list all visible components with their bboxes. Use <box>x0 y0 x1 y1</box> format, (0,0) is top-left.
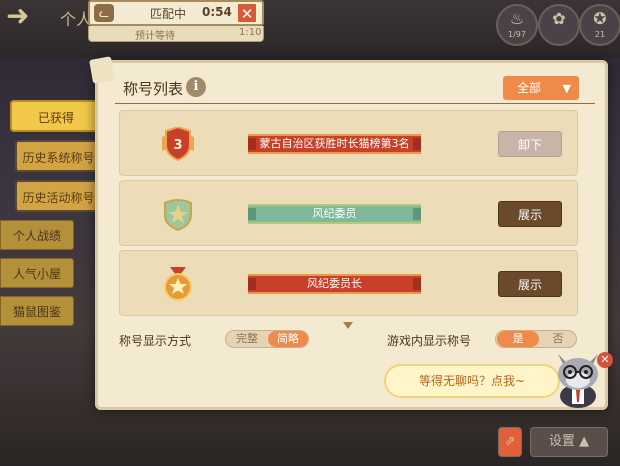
matching-timer: 0:54 <box>202 5 232 19</box>
panel-title: 称号列表 <box>123 80 184 98</box>
title-banner: 蒙古自治区获胜时长猫榜第3名 <box>248 134 421 154</box>
back-arrow-icon[interactable]: ➜ <box>6 2 46 30</box>
flame-icon: ♨ <box>509 9 525 28</box>
shield-number-badge-icon: 3 <box>162 127 194 161</box>
flame-stat[interactable]: ♨ 1/97 <box>496 4 538 46</box>
background-tab-record[interactable]: 个人战绩 <box>0 220 74 250</box>
medal-stat[interactable]: ✪ 21 <box>579 4 620 46</box>
settings-button[interactable]: 设置 ▲ <box>530 427 608 457</box>
cancel-match-button[interactable]: ✕ <box>236 2 258 24</box>
matching-label: 匹配中 <box>150 7 187 21</box>
title-row: 3 蒙古自治区获胜时长猫榜第3名 卸下 <box>119 110 578 176</box>
tab-obtained[interactable]: 已获得 <box>10 100 100 132</box>
filter-dropdown[interactable]: 全部 ▼ <box>503 76 579 100</box>
green-shield-star-icon <box>164 199 192 231</box>
display-mode-label: 称号显示方式 <box>119 334 192 348</box>
show-button[interactable]: 展示 <box>498 201 562 227</box>
medal-icon: ✪ <box>593 9 607 28</box>
share-icon[interactable]: ⇗ <box>498 427 522 457</box>
info-icon[interactable]: i <box>186 77 206 97</box>
tab-history-system-titles[interactable]: 历史系统称号 <box>15 140 100 172</box>
background-tab-house[interactable]: 人气小屋 <box>0 258 74 288</box>
title-row: 风纪委员 展示 <box>119 180 578 246</box>
chevron-down-icon: ▼ <box>562 82 571 95</box>
title-banner: 风纪委员 <box>248 204 421 224</box>
paw-icon: ✿ <box>552 9 566 28</box>
settings-label: 设置 <box>548 434 575 449</box>
display-mode-full[interactable]: 完整 <box>228 331 266 347</box>
unequip-button[interactable]: 卸下 <box>498 131 562 157</box>
scroll-down-icon[interactable] <box>343 322 353 329</box>
display-mode-toggle[interactable]: 完整 简略 <box>225 330 309 348</box>
display-mode-brief[interactable]: 简略 <box>268 331 308 347</box>
title-list-panel: 称号列表 i 全部 ▼ 3 蒙古自治区获胜时长猫榜第3名 卸下 风纪委员 展示 … <box>95 60 608 410</box>
show-button[interactable]: 展示 <box>498 271 562 297</box>
background-tab-codex[interactable]: 猫鼠图鉴 <box>0 296 74 326</box>
ingame-title-label: 游戏内显示称号 <box>387 334 472 348</box>
title-row: 风纪委员长 展示 <box>119 250 578 316</box>
gold-medal-star-icon <box>164 267 192 301</box>
stat-value: 1/97 <box>508 30 526 39</box>
badge-number: 3 <box>173 138 182 153</box>
estimate-time: 1:10 <box>239 27 262 38</box>
divider <box>115 103 595 104</box>
cat-head-icon: ᓚ <box>94 4 114 22</box>
ingame-yes[interactable]: 是 <box>497 331 539 347</box>
paw-stat[interactable]: ✿ <box>538 4 580 46</box>
helper-bubble[interactable]: 等得无聊吗？点我~ <box>384 364 560 398</box>
stat-value: 21 <box>594 30 606 39</box>
estimate-bar: 预计等待 1:10 <box>88 26 264 42</box>
title-banner: 风纪委员长 <box>248 274 421 294</box>
estimate-label: 预计等待 <box>135 31 175 42</box>
tab-history-event-titles[interactable]: 历史活动称号 <box>15 180 100 212</box>
filter-label: 全部 <box>517 81 542 95</box>
close-helper-button[interactable]: ✕ <box>597 352 613 368</box>
